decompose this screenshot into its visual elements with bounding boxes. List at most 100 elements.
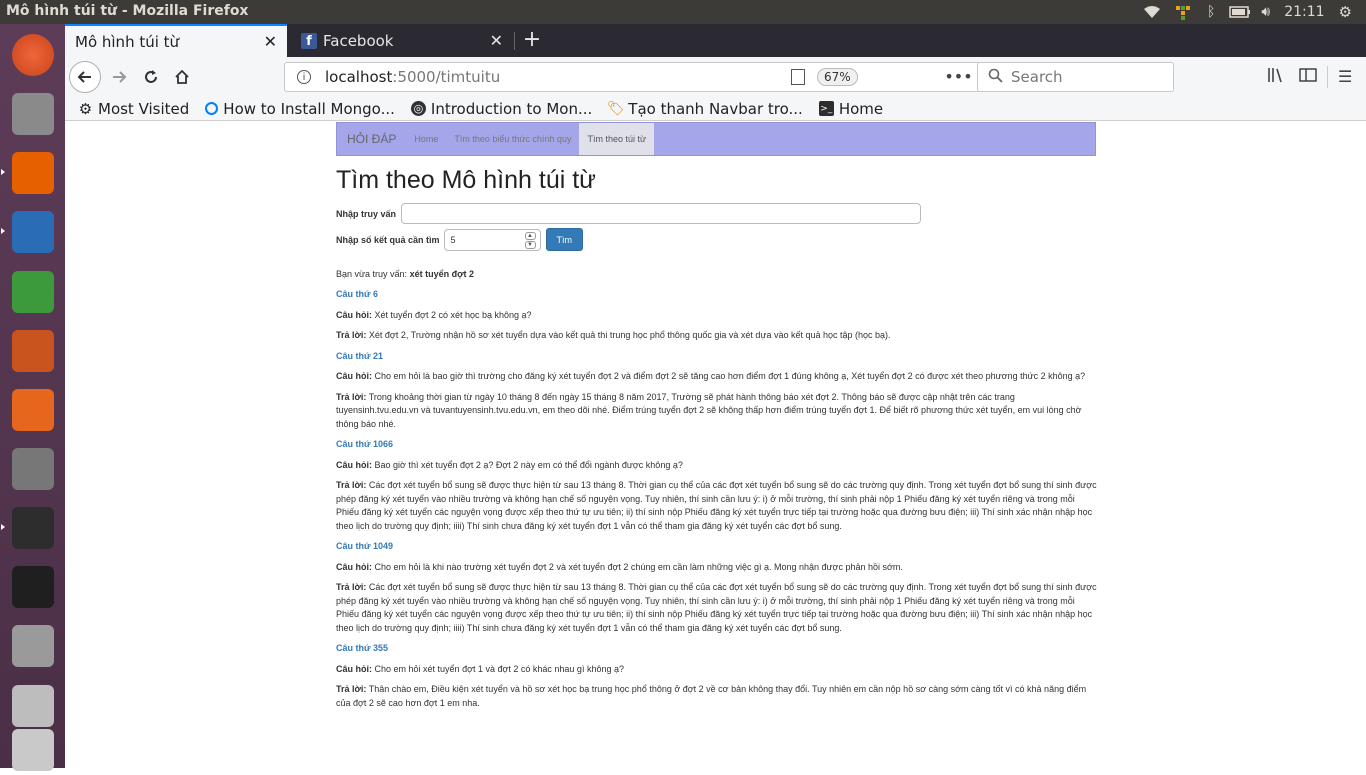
reader-view-icon[interactable] [791, 69, 805, 85]
writer-icon[interactable] [7, 206, 58, 257]
vlc-tray-icon[interactable] [1175, 5, 1193, 20]
bookmark-label: Tạo thanh Navbar tro... [628, 99, 803, 118]
answer-text: Các đợt xét tuyển bổ sung sẽ được thực h… [336, 480, 1097, 531]
bookmark-intro-mongo[interactable]: ◎ Introduction to Mon... [410, 100, 592, 118]
nav-link-bag-of-words[interactable]: Tìm theo túi từ [579, 123, 654, 155]
result-title[interactable]: Câu thứ 6 [336, 288, 1098, 302]
site-brand[interactable]: HỎI ĐÁP [337, 123, 406, 155]
result-title[interactable]: Câu thứ 355 [336, 642, 1098, 656]
software-center-icon[interactable] [7, 384, 58, 435]
zoom-indicator[interactable]: 67% [817, 68, 858, 86]
bookmark-install-mongo[interactable]: How to Install Mongo... [205, 100, 395, 118]
tab-active[interactable]: Mô hình túi từ ✕ [65, 24, 287, 57]
bookmark-navbar[interactable]: 🏷︎ Tạo thanh Navbar tro... [607, 99, 803, 118]
result-question: Câu hỏi: Cho em hỏi là khi nào trường xé… [336, 561, 1098, 575]
toolbar-separator [1327, 66, 1328, 88]
hamburger-menu-icon[interactable]: ☰ [1338, 67, 1352, 86]
stepper-down-icon[interactable]: ▼ [524, 240, 536, 249]
answer-label: Trả lời: [336, 684, 367, 694]
terminal-icon[interactable] [7, 502, 58, 553]
navigation-toolbar: i localhost:5000/timtuitu 67% ••• ☆ Sear… [65, 57, 1366, 97]
question-label: Câu hỏi: [336, 663, 372, 674]
url-bar[interactable]: i localhost:5000/timtuitu 67% ••• ☆ [284, 62, 1042, 92]
running-indicator [1, 169, 5, 175]
gear-icon: ⚙ [78, 99, 93, 118]
nav-link-home[interactable]: Home [406, 123, 446, 155]
calc-glyph [11, 270, 54, 313]
tab-facebook[interactable]: f Facebook ✕ [287, 24, 513, 57]
url-path: :5000/timtuitu [392, 68, 501, 86]
firefox-glyph [11, 151, 54, 194]
count-input[interactable]: 5 ▲ ▼ [443, 228, 541, 251]
forward-button[interactable] [105, 63, 133, 91]
library-icon[interactable] [1267, 67, 1285, 87]
pycharm-icon[interactable] [7, 561, 58, 612]
tab-bar: Mô hình túi từ ✕ f Facebook ✕ + [65, 24, 1366, 57]
search-icon [988, 68, 1003, 87]
close-tab-icon[interactable]: ✕ [490, 31, 503, 50]
calc-icon[interactable] [7, 266, 58, 317]
count-value: 5 [450, 234, 456, 245]
battery-icon[interactable] [1229, 5, 1251, 19]
wifi-icon[interactable] [1143, 5, 1161, 19]
answer-text: Trong khoảng thời gian từ ngày 10 tháng … [336, 391, 1082, 429]
reload-button[interactable] [137, 63, 165, 91]
terminal-glyph [11, 506, 54, 549]
result-question: Câu hỏi: Cho em hỏi xét tuyển đợt 1 và đ… [336, 663, 1098, 677]
result-answer: Trả lời: Các đợt xét tuyển bổ sung sẽ đư… [336, 479, 1098, 533]
search-bar[interactable]: Search [977, 62, 1174, 92]
site-info-icon[interactable]: i [297, 70, 311, 84]
bluetooth-icon[interactable]: ᛒ [1207, 4, 1215, 20]
search-button[interactable]: Tìm [545, 228, 584, 251]
system-tray: ᛒ 🔊︎ 21:11 ⚙ [1143, 0, 1366, 24]
firefox-icon[interactable] [7, 147, 58, 198]
ubuntu-dash-icon[interactable] [7, 29, 58, 80]
query-echo: Bạn vừa truy vấn: xét tuyển đợt 2 [336, 269, 1098, 279]
tab-title: Facebook [323, 31, 394, 50]
result-title[interactable]: Câu thứ 1049 [336, 540, 1098, 554]
page-title: Tìm theo Mô hình túi từ [336, 166, 596, 194]
answer-label: Trả lời: [336, 330, 367, 340]
writer-glyph [11, 210, 54, 253]
url-text[interactable]: localhost:5000/timtuitu [325, 68, 500, 86]
camera-icon[interactable] [7, 620, 58, 671]
volume-icon[interactable]: 🔊︎ [1261, 4, 1270, 20]
result-question: Câu hỏi: Cho em hỏi là bao giờ thì trườn… [336, 370, 1098, 384]
impress-icon[interactable] [7, 325, 58, 376]
result-title[interactable]: Câu thứ 1066 [336, 438, 1098, 452]
running-indicator [1, 228, 5, 234]
result-question: Câu hỏi: Bao giờ thì xét tuyển đợt 2 ạ? … [336, 459, 1098, 473]
files-icon[interactable] [7, 88, 58, 139]
close-tab-icon[interactable]: ✕ [264, 32, 277, 51]
bookmark-home[interactable]: >_ Home [818, 100, 883, 118]
result-title[interactable]: Câu thứ 21 [336, 350, 1098, 364]
stepper-up-icon[interactable]: ▲ [524, 231, 536, 240]
query-echo-text: xét tuyển đợt 2 [409, 269, 474, 279]
settings-icon[interactable] [7, 443, 58, 494]
terminal-icon: >_ [818, 101, 834, 116]
bookmark-most-visited[interactable]: ⚙ Most Visited [78, 99, 190, 118]
clock[interactable]: 21:11 [1284, 4, 1324, 20]
trash-icon[interactable] [7, 724, 58, 775]
question-text: Xét tuyển đợt 2 có xét học bạ không ạ? [374, 309, 532, 320]
page-viewport: HỎI ĐÁP Home Tìm theo biểu thức chính qu… [65, 121, 1366, 768]
power-gear-icon[interactable]: ⚙ [1339, 3, 1352, 21]
count-row: Nhập số kết quả cần tìm 5 ▲ ▼ Tìm [336, 228, 1098, 251]
home-button[interactable] [168, 63, 196, 91]
nav-link-regex[interactable]: Tìm theo biểu thức chính quy [446, 123, 579, 155]
query-input[interactable] [401, 203, 922, 224]
count-stepper[interactable]: ▲ ▼ [524, 231, 536, 250]
system-top-bar: Mô hình túi từ - Mozilla Firefox ᛒ 🔊︎ 21… [0, 0, 1366, 24]
globe-icon: ◎ [410, 101, 426, 116]
new-tab-button[interactable]: + [519, 27, 545, 53]
bookmark-label: Most Visited [98, 99, 190, 118]
answer-label: Trả lời: [336, 480, 367, 490]
digitalocean-icon [205, 102, 219, 115]
sidebar-icon[interactable] [1299, 67, 1317, 87]
tab-title: Mô hình túi từ [75, 32, 180, 51]
page-actions-menu-icon[interactable]: ••• [944, 67, 972, 87]
files-glyph [11, 92, 54, 135]
back-button[interactable] [69, 61, 101, 93]
query-echo-prefix: Bạn vừa truy vấn: [336, 269, 408, 279]
settings-glyph [11, 447, 54, 490]
